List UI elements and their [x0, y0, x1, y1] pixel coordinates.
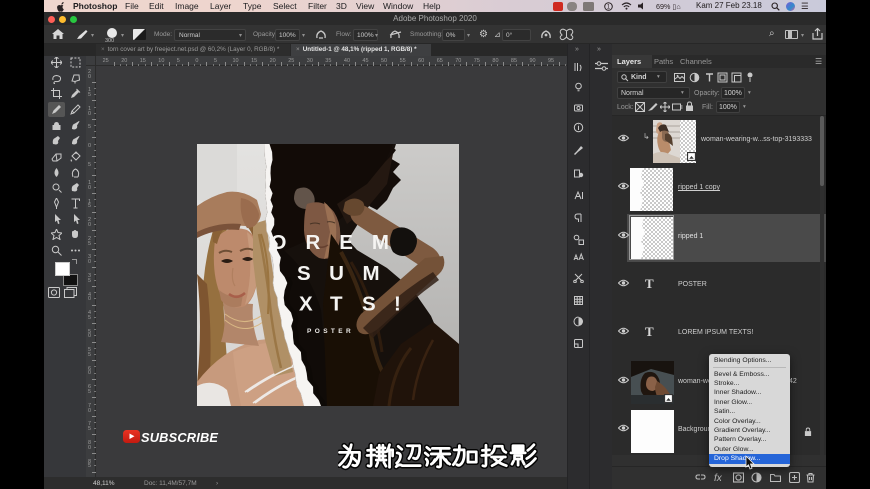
svg-text:X: X [299, 293, 313, 316]
svg-text:S: S [362, 293, 376, 316]
svg-text:T: T [330, 293, 343, 316]
svg-text:OREM: OREM [271, 231, 409, 254]
svg-text:SUM: SUM [297, 262, 398, 285]
svg-text:!: ! [394, 293, 401, 316]
svg-text:fx: fx [714, 473, 723, 483]
svg-text:POSTER: POSTER [307, 328, 354, 335]
